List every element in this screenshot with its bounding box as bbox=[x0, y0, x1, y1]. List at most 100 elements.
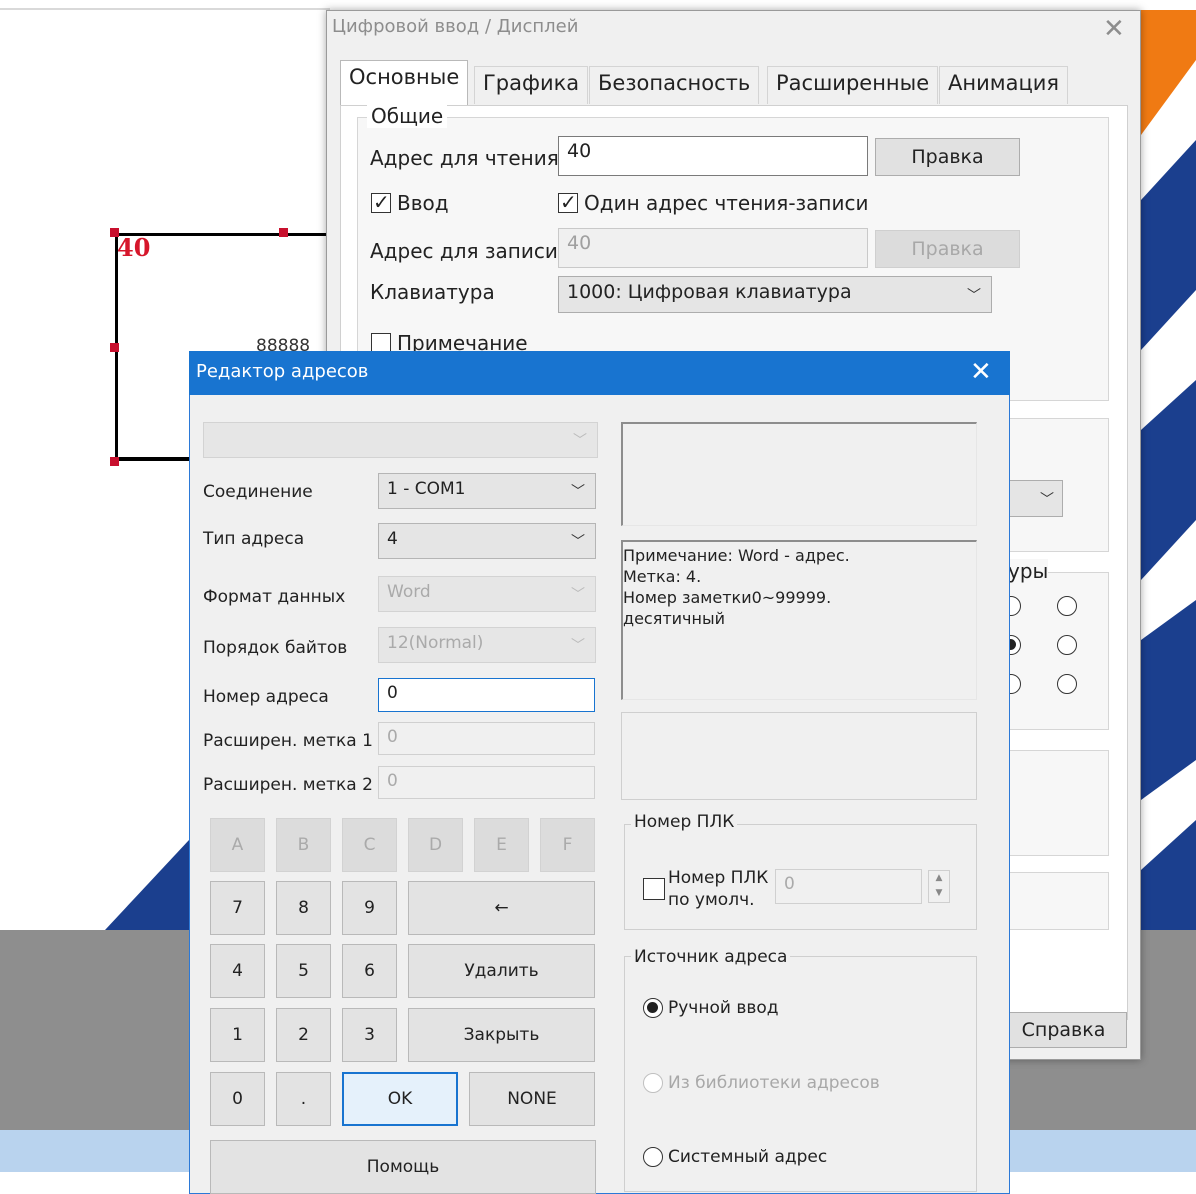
read-address-label: Адрес для чтения bbox=[370, 146, 559, 170]
source-library-label: Из библиотеки адресов bbox=[668, 1073, 880, 1093]
address-number-input[interactable]: 0 bbox=[378, 678, 595, 712]
source-system-label: Системный адрес bbox=[668, 1147, 828, 1167]
plc-default-label-line1: Номер ПЛК bbox=[668, 868, 769, 888]
chevron-down-icon: ﹀ bbox=[571, 534, 585, 550]
extra-info-panel bbox=[621, 712, 977, 800]
position-radio-3[interactable] bbox=[1057, 674, 1077, 694]
key-d: D bbox=[408, 818, 463, 872]
plc-number-input: 0 bbox=[775, 869, 922, 904]
ext-tag1-input: 0 bbox=[378, 722, 595, 755]
key-1[interactable]: 1 bbox=[210, 1008, 265, 1062]
general-group-label: Общие bbox=[367, 104, 448, 128]
delete-button[interactable]: Удалить bbox=[408, 944, 595, 998]
navy-stripe-4 bbox=[1141, 820, 1196, 930]
help-key-button[interactable]: Помощь bbox=[210, 1140, 596, 1194]
key-dot[interactable]: . bbox=[276, 1072, 331, 1126]
read-edit-button[interactable]: Правка bbox=[875, 138, 1020, 176]
close-icon[interactable]: ✕ bbox=[970, 357, 992, 387]
hidden-select[interactable]: ﹀ bbox=[1008, 480, 1063, 517]
chevron-down-icon: ﹀ bbox=[573, 433, 587, 449]
tab-animation[interactable]: Анимация bbox=[939, 66, 1069, 104]
address-editor-title: Редактор адресов bbox=[196, 361, 369, 382]
connection-select-value: 1 - COM1 bbox=[387, 479, 466, 499]
address-number-label: Номер адреса bbox=[203, 687, 329, 707]
chevron-down-icon: ﹀ bbox=[571, 587, 585, 603]
keyboard-position-group-label: уры bbox=[1008, 559, 1049, 583]
chevron-down-icon: ﹀ bbox=[571, 638, 585, 654]
connection-select[interactable]: 1 - COM1 ﹀ bbox=[378, 473, 596, 509]
property-dialog-title: Цифровой ввод / Дисплей bbox=[332, 16, 579, 37]
position-radio-2[interactable] bbox=[1057, 635, 1077, 655]
address-source-group-label: Источник адреса bbox=[631, 947, 791, 967]
same-address-label: Один адрес чтения-записи bbox=[584, 191, 869, 215]
key-0[interactable]: 0 bbox=[210, 1072, 265, 1126]
orange-stripe bbox=[1141, 10, 1196, 135]
same-address-checkbox[interactable] bbox=[558, 190, 578, 214]
key-8[interactable]: 8 bbox=[276, 881, 331, 935]
note-checkbox[interactable] bbox=[371, 333, 391, 353]
plc-default-checkbox[interactable] bbox=[643, 878, 665, 900]
byte-order-label: Порядок байтов bbox=[203, 638, 348, 658]
chevron-down-icon: ﹀ bbox=[967, 288, 981, 304]
key-c: C bbox=[342, 818, 397, 872]
key-6[interactable]: 6 bbox=[342, 944, 397, 998]
close-icon[interactable]: ✕ bbox=[1103, 16, 1125, 42]
key-f: F bbox=[540, 818, 595, 872]
ok-button[interactable]: OK bbox=[342, 1072, 458, 1126]
navy-stripe-2 bbox=[1141, 380, 1196, 580]
data-format-label: Формат данных bbox=[203, 587, 346, 607]
byte-order-select: 12(Normal) ﹀ bbox=[378, 627, 596, 663]
key-3[interactable]: 3 bbox=[342, 1008, 397, 1062]
chevron-down-icon: ﹀ bbox=[571, 484, 585, 500]
read-address-input[interactable]: 40 bbox=[558, 136, 868, 176]
input-checkbox[interactable] bbox=[371, 190, 391, 214]
tab-basic[interactable]: Основные bbox=[340, 60, 469, 106]
source-manual-radio[interactable] bbox=[643, 998, 663, 1018]
backspace-button[interactable]: ← bbox=[408, 881, 595, 935]
key-4[interactable]: 4 bbox=[210, 944, 265, 998]
tab-graphics[interactable]: Графика bbox=[474, 66, 589, 104]
ext-tag2-label: Расширен. метка 2 bbox=[203, 775, 373, 795]
address-note-text: Примечание: Word - адрес. Метка: 4. Номе… bbox=[623, 546, 850, 628]
tab-security[interactable]: Безопасность bbox=[589, 66, 760, 104]
key-e: E bbox=[474, 818, 529, 872]
resize-handle-bl[interactable] bbox=[110, 457, 119, 466]
ext-tag1-label: Расширен. метка 1 bbox=[203, 731, 373, 751]
key-b: B bbox=[276, 818, 331, 872]
source-manual-label: Ручной ввод bbox=[668, 998, 779, 1018]
data-format-select: Word ﹀ bbox=[378, 576, 596, 612]
data-format-value: Word bbox=[387, 582, 431, 602]
none-button[interactable]: NONE bbox=[469, 1072, 595, 1126]
address-type-value: 4 bbox=[387, 529, 398, 549]
write-address-label: Адрес для записи bbox=[370, 239, 558, 263]
tab-advanced[interactable]: Расширенные bbox=[767, 66, 939, 104]
resize-handle-top[interactable] bbox=[279, 228, 288, 237]
plc-spinner: ▲ ▼ bbox=[928, 870, 950, 903]
close-button[interactable]: Закрыть bbox=[408, 1008, 595, 1062]
key-7[interactable]: 7 bbox=[210, 881, 265, 935]
key-a: A bbox=[210, 818, 265, 872]
key-9[interactable]: 9 bbox=[342, 881, 397, 935]
key-5[interactable]: 5 bbox=[276, 944, 331, 998]
input-checkbox-label: Ввод bbox=[397, 191, 449, 215]
keyboard-select[interactable]: 1000: Цифровая клавиатура ﹀ bbox=[558, 276, 992, 313]
resize-handle-left[interactable] bbox=[110, 343, 119, 352]
keyboard-select-value: 1000: Цифровая клавиатура bbox=[567, 281, 852, 303]
address-type-select[interactable]: 4 ﹀ bbox=[378, 523, 596, 559]
navy-stripe-3 bbox=[1141, 600, 1196, 800]
navy-stripe-1 bbox=[1141, 140, 1196, 350]
source-system-radio[interactable] bbox=[643, 1147, 663, 1167]
chevron-down-icon: ﹀ bbox=[1040, 492, 1054, 508]
object-frame-bottom bbox=[115, 457, 190, 461]
address-preview-panel bbox=[621, 422, 977, 526]
write-address-input: 40 bbox=[558, 228, 868, 268]
address-type-label: Тип адреса bbox=[203, 529, 305, 549]
connection-label: Соединение bbox=[203, 482, 313, 502]
position-radio-1[interactable] bbox=[1057, 596, 1077, 616]
help-button[interactable]: Справка bbox=[1000, 1012, 1127, 1048]
plc-number-group-label: Номер ПЛК bbox=[631, 812, 738, 832]
hidden-group-4 bbox=[1000, 872, 1109, 930]
keyboard-label: Клавиатура bbox=[370, 280, 495, 304]
key-2[interactable]: 2 bbox=[276, 1008, 331, 1062]
write-edit-button: Правка bbox=[875, 230, 1020, 268]
